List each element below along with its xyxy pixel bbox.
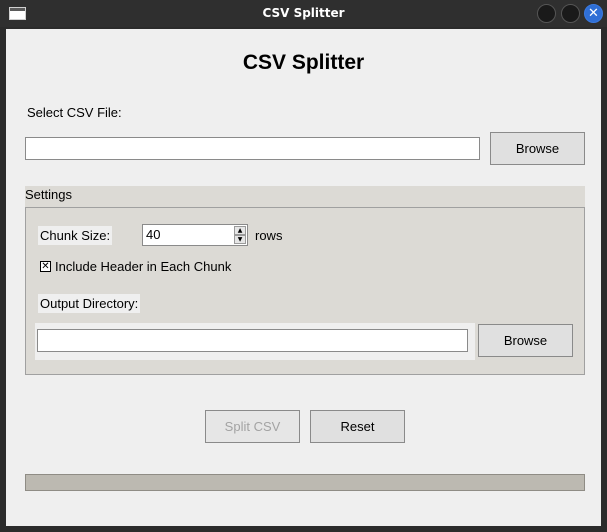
file-path-input[interactable] — [25, 137, 480, 160]
settings-title: Settings — [25, 187, 72, 202]
chunk-size-label: Chunk Size: — [38, 226, 113, 245]
minimize-button[interactable] — [537, 4, 556, 23]
close-icon: ✕ — [588, 6, 599, 21]
spin-arrows: ▲ ▼ — [234, 226, 246, 244]
split-csv-button[interactable]: Split CSV — [205, 410, 300, 443]
chunk-size-spinbox[interactable]: 40 ▲ ▼ — [142, 224, 248, 246]
progress-bar — [25, 474, 585, 491]
chunk-unit-label: rows — [255, 228, 283, 243]
check-icon: ✕ — [41, 261, 50, 272]
select-file-label: Select CSV File: — [27, 105, 122, 120]
maximize-button[interactable] — [561, 4, 580, 23]
reset-button[interactable]: Reset — [310, 410, 405, 443]
output-dir-label: Output Directory: — [38, 294, 141, 313]
browse-dir-button[interactable]: Browse — [478, 324, 573, 357]
page-title: CSV Splitter — [242, 51, 365, 74]
app-window: CSV Splitter ✕ CSV Splitter Select CSV F… — [0, 0, 607, 532]
main-panel: CSV Splitter Select CSV File: Browse Set… — [6, 29, 601, 526]
settings-frame: Chunk Size: 40 ▲ ▼ rows ✕ Include Header… — [25, 207, 585, 375]
browse-file-button[interactable]: Browse — [490, 132, 585, 165]
chunk-size-value[interactable]: 40 — [146, 227, 160, 242]
include-header-checkbox[interactable]: ✕ — [40, 261, 51, 272]
window-title: CSV Splitter — [262, 6, 345, 20]
spin-up-icon[interactable]: ▲ — [234, 226, 246, 235]
output-dir-input[interactable] — [37, 329, 468, 352]
close-button[interactable]: ✕ — [584, 4, 603, 23]
spin-down-icon[interactable]: ▼ — [234, 235, 246, 244]
include-header-label[interactable]: Include Header in Each Chunk — [55, 259, 231, 274]
title-bar[interactable]: CSV Splitter ✕ — [0, 0, 607, 27]
settings-header: Settings — [25, 186, 585, 207]
